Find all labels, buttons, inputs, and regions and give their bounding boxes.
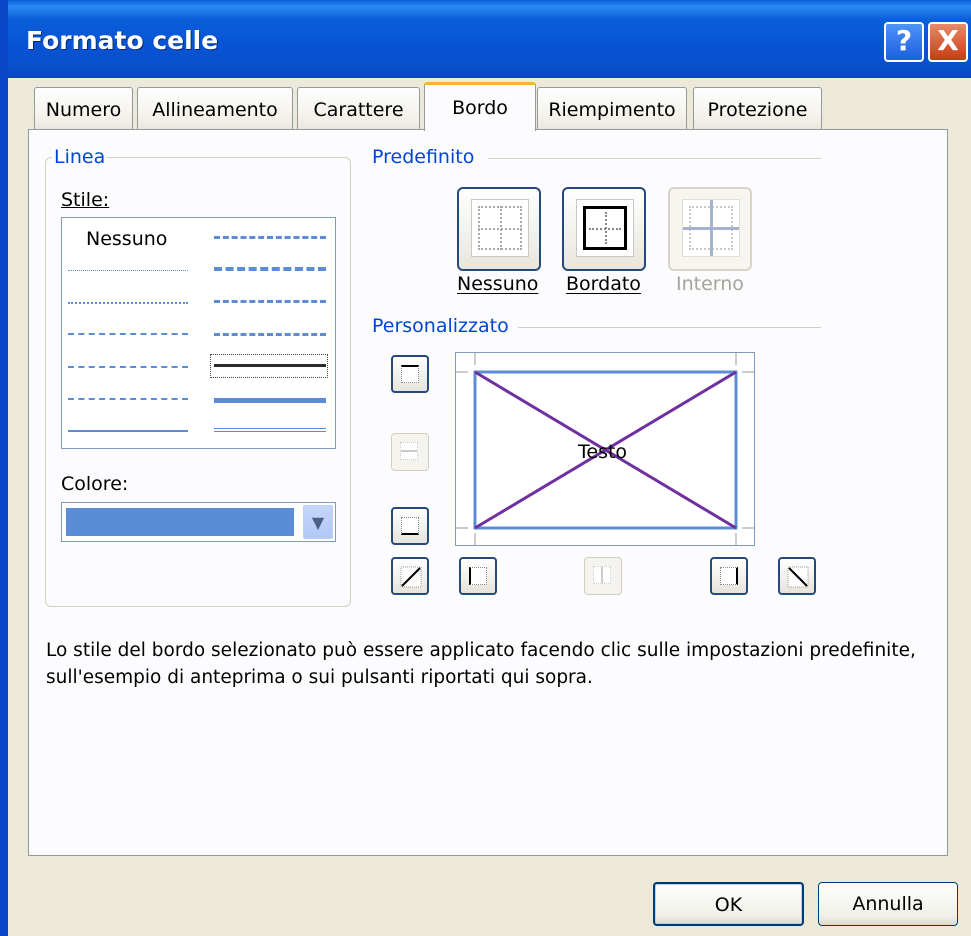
window-frame — [0, 0, 8, 936]
title-bar: Formato celle ? X — [0, 0, 971, 78]
cancel-button[interactable]: Annulla — [818, 882, 958, 926]
help-button[interactable]: ? — [884, 22, 924, 62]
ok-button[interactable]: OK — [653, 882, 804, 926]
close-button[interactable]: X — [928, 22, 968, 62]
tab-panel-bordo — [28, 129, 948, 856]
tab-numero[interactable]: Numero — [34, 87, 133, 130]
tab-riempimento[interactable]: Riempimento — [537, 87, 687, 130]
tab-bordo[interactable]: Bordo — [424, 82, 536, 131]
tab-protezione[interactable]: Protezione — [693, 87, 822, 130]
tab-allineamento[interactable]: Allineamento — [137, 87, 293, 130]
dialog-title: Formato celle — [26, 26, 219, 55]
tab-carattere[interactable]: Carattere — [297, 87, 420, 130]
